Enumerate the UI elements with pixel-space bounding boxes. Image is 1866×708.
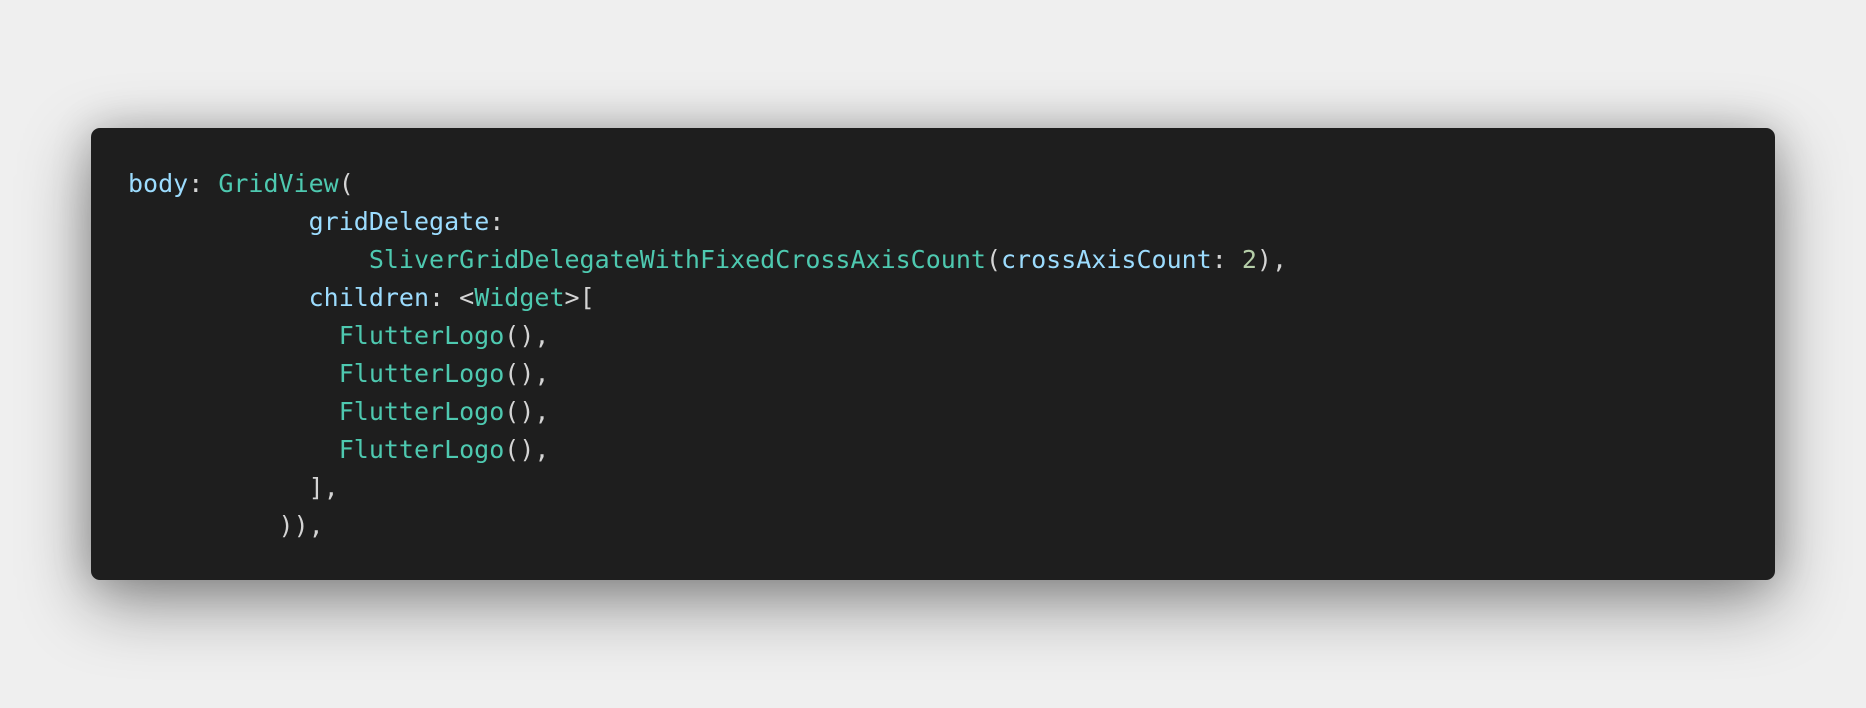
code-token-punc (128, 435, 339, 464)
code-token-prop: crossAxisCount (1001, 245, 1212, 274)
code-token-type: SliverGridDelegateWithFixedCrossAxisCoun… (368, 245, 986, 274)
code-token-punc: (), (504, 321, 550, 350)
code-token-type: FlutterLogo (338, 359, 505, 388)
code-token-type: FlutterLogo (338, 397, 505, 426)
code-line: SliverGridDelegateWithFixedCrossAxisCoun… (128, 241, 1775, 279)
code-token-punc (128, 397, 339, 426)
code-token-type: FlutterLogo (338, 321, 505, 350)
code-token-type: FlutterLogo (338, 435, 505, 464)
code-token-punc (128, 245, 369, 274)
code-token-punc: : < (429, 283, 475, 312)
code-token-punc: (), (504, 397, 550, 426)
code-token-punc: : (1211, 245, 1242, 274)
code-token-punc: (), (504, 435, 550, 464)
code-token-punc: ( (985, 245, 1001, 274)
code-token-type: Widget (474, 283, 565, 312)
code-token-punc (128, 473, 309, 502)
code-token-punc: ( (338, 169, 354, 198)
code-snippet-card: body: GridView( gridDelegate: SliverGrid… (91, 128, 1775, 580)
code-block[interactable]: body: GridView( gridDelegate: SliverGrid… (128, 165, 1775, 545)
code-token-type: GridView (218, 169, 339, 198)
code-token-punc (128, 207, 309, 236)
code-token-punc: ), (1256, 245, 1287, 274)
code-line: gridDelegate: (128, 203, 1775, 241)
code-token-punc: (), (504, 359, 550, 388)
code-line: body: GridView( (128, 165, 1775, 203)
code-token-prop: body (128, 169, 189, 198)
code-line: FlutterLogo(), (128, 431, 1775, 469)
code-token-prop: gridDelegate (308, 207, 490, 236)
code-line: )), (128, 507, 1775, 545)
code-token-punc (128, 511, 279, 540)
code-line: ], (128, 469, 1775, 507)
code-token-prop: children (308, 283, 430, 312)
code-token-num: 2 (1241, 245, 1257, 274)
code-line: children: <Widget>[ (128, 279, 1775, 317)
code-token-punc: >[ (564, 283, 595, 312)
code-token-punc (128, 321, 339, 350)
code-line: FlutterLogo(), (128, 355, 1775, 393)
code-token-punc: )), (278, 511, 324, 540)
code-token-punc: : (489, 207, 505, 236)
code-token-punc: ], (308, 473, 339, 502)
code-line: FlutterLogo(), (128, 393, 1775, 431)
code-token-punc (128, 283, 309, 312)
code-line: FlutterLogo(), (128, 317, 1775, 355)
code-token-punc: : (188, 169, 219, 198)
code-token-punc (128, 359, 339, 388)
